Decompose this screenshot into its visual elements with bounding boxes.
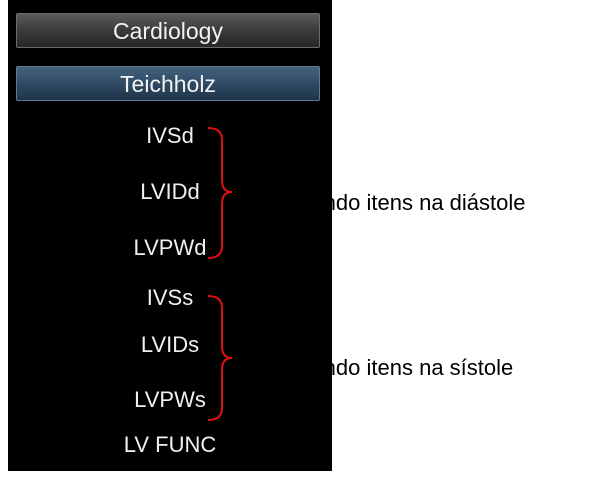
menu-item-lv-func[interactable]: LV FUNC bbox=[78, 430, 262, 460]
systole-annotation-text: Medindo itens na sístole bbox=[276, 355, 514, 380]
measurement-menu-panel: Cardiology Teichholz IVSd LVIDd LVPWd IV… bbox=[8, 0, 332, 471]
menu-item-lvpwd[interactable]: LVPWd bbox=[78, 233, 262, 263]
cardiology-button[interactable]: Cardiology bbox=[16, 13, 320, 48]
systole-annotation: Medindo itens na sístole bbox=[276, 355, 513, 381]
screenshot-stage: Cardiology Teichholz IVSd LVIDd LVPWd IV… bbox=[0, 0, 608, 479]
diastole-annotation-text: Medindo itens na diástole bbox=[276, 190, 526, 215]
menu-item-ivsd[interactable]: IVSd bbox=[78, 121, 262, 151]
menu-item-ivss[interactable]: IVSs bbox=[78, 283, 262, 313]
menu-item-lvidd[interactable]: LVIDd bbox=[78, 177, 262, 207]
diastole-annotation: Medindo itens na diástole bbox=[276, 190, 526, 216]
menu-item-lvids[interactable]: LVIDs bbox=[78, 330, 262, 360]
menu-item-lvpws[interactable]: LVPWs bbox=[78, 385, 262, 415]
teichholz-button[interactable]: Teichholz bbox=[16, 66, 320, 101]
